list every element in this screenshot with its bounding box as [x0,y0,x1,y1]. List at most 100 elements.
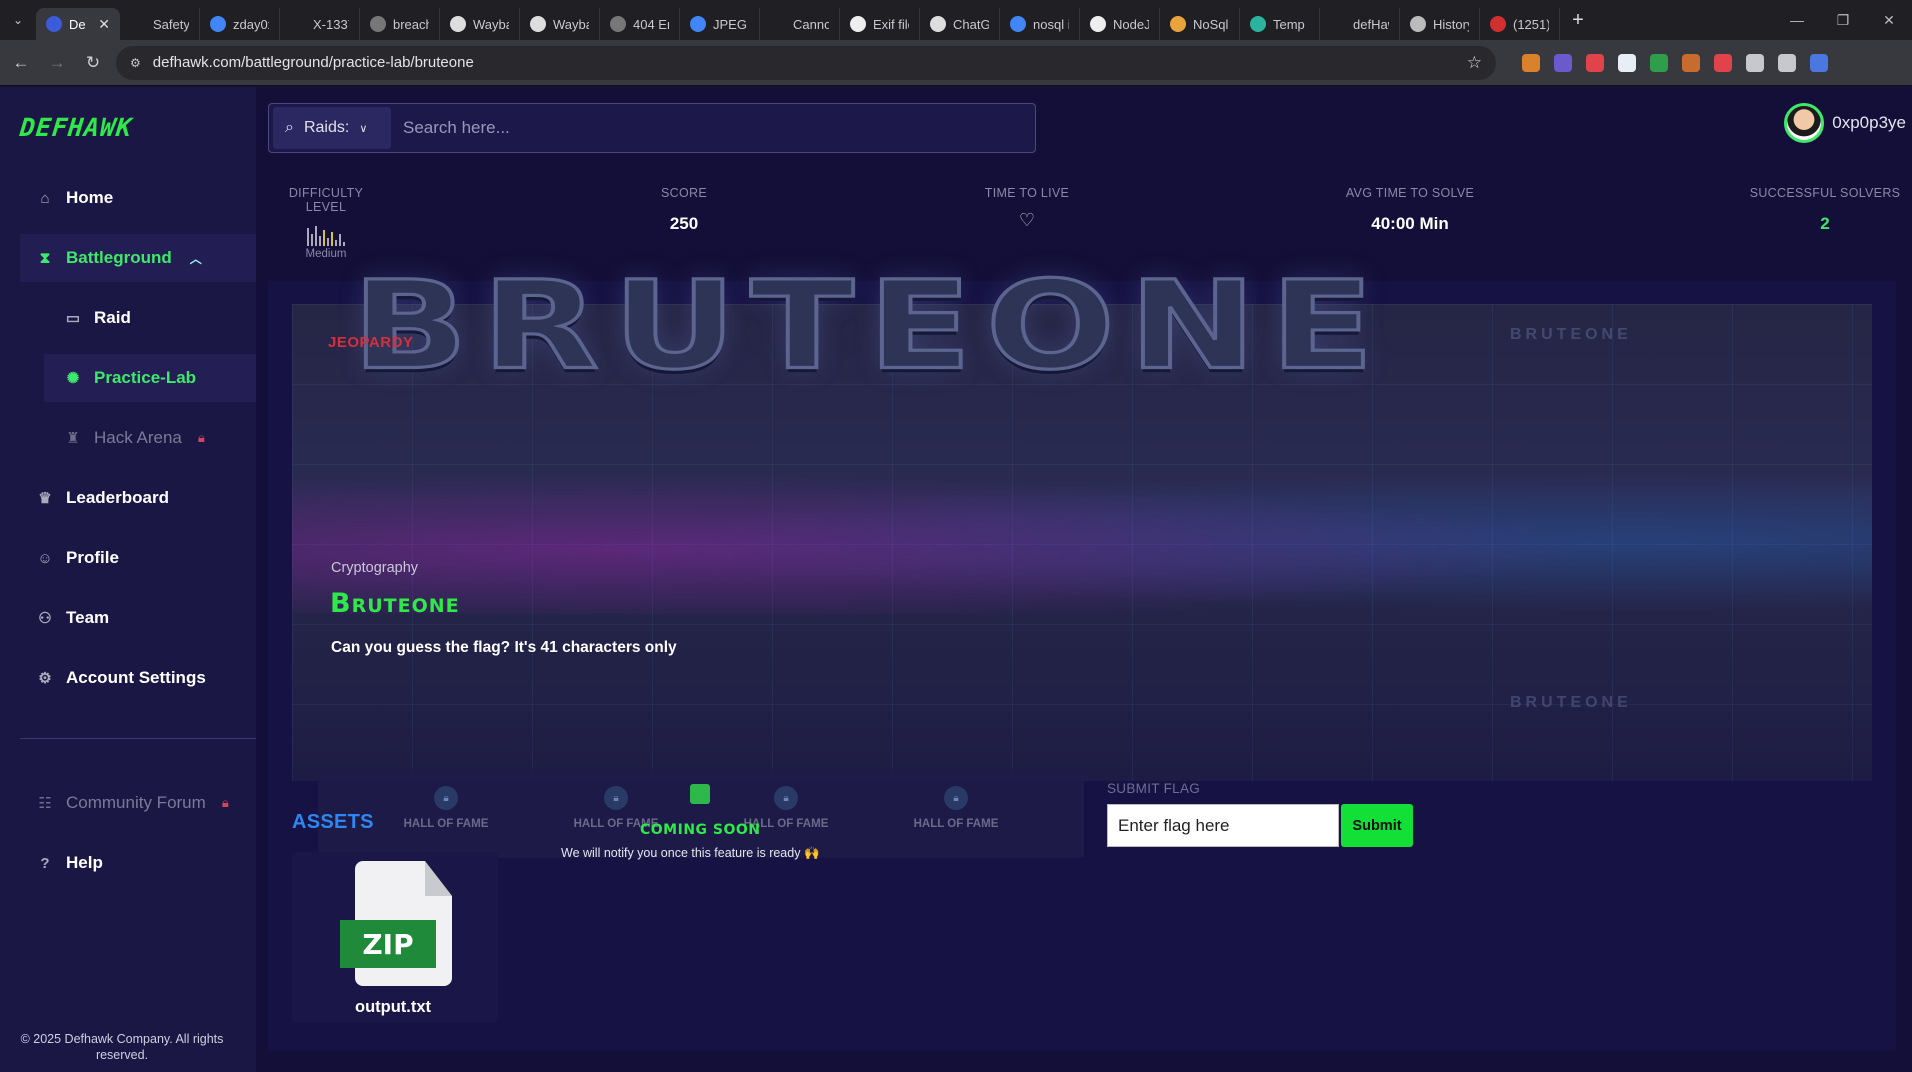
search-icon: ⌕ [285,119,294,136]
tab-favicon-icon [850,16,866,32]
browser-tab[interactable]: History [1400,8,1480,40]
sidebar-item-team[interactable]: ⚇ Team [20,594,256,642]
browser-extension-icon[interactable] [1746,53,1764,72]
sidebar-item-label: Hack Arena [94,428,182,447]
sidebar-item-community-forum[interactable]: ☷ Community Forum 🔒︎ [20,779,256,827]
browser-tab[interactable]: Exif file [840,8,920,40]
browser-tab[interactable]: zday0x [200,8,280,40]
stat-avg-time: AVG TIME TO SOLVE 40:00 Min [1330,186,1490,234]
tab-favicon-icon [210,16,226,32]
forward-arrow-icon[interactable]: → [42,48,72,78]
sidebar-item-label: Leaderboard [66,488,169,507]
restore-icon[interactable]: ❐ [1820,0,1866,40]
solvers-value: 2 [1820,214,1830,233]
tab-label: (1251) [1513,16,1549,32]
sidebar-item-label: Help [66,853,103,872]
browser-tab[interactable]: Safety warn [120,8,200,40]
raids-dropdown[interactable]: ⌕ Raids: ∨ [273,107,391,149]
submit-button[interactable]: Submit [1341,804,1413,847]
tab-label: History [1433,16,1469,32]
tab-label: Waybac [473,16,509,32]
browser-tab[interactable]: 404 Erro [600,8,680,40]
browser-extension-icon[interactable] [1586,53,1604,72]
search-input[interactable] [403,108,1035,148]
arena-icon: ♜ [66,430,80,447]
extensions-row [1522,53,1828,72]
browser-extension-icon[interactable] [1618,53,1636,72]
browser-tab[interactable]: Cannot [760,8,840,40]
sidebar-item-help[interactable]: ? Help [20,839,256,887]
stat-label: SCORE [661,186,707,200]
browser-tab[interactable]: ChatGP [920,8,1000,40]
stat-time-to-live: TIME TO LIVE ♡ [966,186,1088,231]
lock-icon: 🔒︎ [774,786,798,810]
browser-tab[interactable]: breache [360,8,440,40]
flag-input[interactable] [1107,804,1339,847]
chevron-down-icon: ∨ [359,122,368,135]
sidebar-item-home[interactable]: ⌂ Home [20,174,256,222]
tab-favicon-icon [1490,16,1506,32]
gear-icon: ⚙ [38,670,52,687]
tab-favicon-icon [530,16,546,32]
site-info-icon[interactable]: ⚙ [130,56,141,70]
challenge-description: Can you guess the flag? It's 41 characte… [331,639,677,656]
sidebar-item-label: Team [66,608,110,627]
browser-extension-icon[interactable] [1650,53,1668,72]
url-text[interactable]: defhawk.com/battleground/practice-lab/br… [153,54,474,71]
browser-tab[interactable]: Waybac [440,8,520,40]
help-icon: ? [40,854,50,872]
heart-shield-icon: ♡ [1018,210,1036,230]
tab-favicon-icon [130,16,146,32]
avatar[interactable] [1784,103,1825,143]
sidebar-item-hack-arena[interactable]: ♜ Hack Arena 🔒︎ [44,414,256,462]
url-omnibox[interactable]: ⚙ defhawk.com/battleground/practice-lab/… [116,45,1496,80]
tab-favicon-icon [610,16,626,32]
browser-tab[interactable]: Def ✕ [36,8,120,40]
reload-icon[interactable]: ↻ [78,48,108,78]
tab-favicon-icon [770,16,786,32]
search-bar: ⌕ Raids: ∨ [268,103,1036,153]
browser-tab[interactable]: nosql in [1000,8,1080,40]
browser-tab[interactable]: NodeJS [1080,8,1160,40]
tab-search-chevron-icon[interactable]: ⌄ [0,0,36,40]
browser-extension-icon[interactable] [1810,53,1828,72]
sidebar-item-account-settings[interactable]: ⚙ Account Settings [20,654,256,702]
home-icon: ⌂ [40,189,50,207]
browser-extension-icon[interactable] [1522,53,1540,72]
browser-tab[interactable]: defHaw [1320,8,1400,40]
minimize-icon[interactable]: — [1774,0,1820,40]
browser-extension-icon[interactable] [1682,53,1700,72]
tab-label: JPEG in [713,16,749,32]
browser-tab[interactable]: Waybac [520,8,600,40]
close-window-icon[interactable]: ✕ [1866,0,1912,40]
lock-icon: 🔒︎ [944,786,968,810]
sidebar-item-label: Home [66,188,114,207]
browser-tab[interactable]: Temp M [1240,8,1320,40]
tab-favicon-icon [1250,16,1266,32]
sidebar-item-profile[interactable]: ☺ Profile [20,534,256,582]
tab-close-icon[interactable]: ✕ [98,16,110,33]
asset-file-name[interactable]: output.txt [355,998,431,1017]
user-menu[interactable]: 0xp0p3ye [1784,103,1906,143]
sidebar-item-label: Raid [94,308,131,327]
defhawk-logo[interactable]: DEFHAWK [18,113,133,142]
back-arrow-icon[interactable]: ← [6,48,36,78]
username[interactable]: 0xp0p3ye [1832,113,1906,133]
atom-icon: ✺ [66,370,80,387]
new-tab-button[interactable]: + [1560,0,1596,40]
tab-favicon-icon [1090,16,1106,32]
tab-favicon-icon [1410,16,1426,32]
sidebar-item-leaderboard[interactable]: ♛ Leaderboard [20,474,256,522]
bookmark-star-icon[interactable]: ☆ [1467,53,1482,73]
challenge-type-badge: JEOPARDY [328,334,414,351]
browser-extension-icon[interactable] [1714,53,1732,72]
browser-tab[interactable]: X-1337 [280,8,360,40]
browser-extension-icon[interactable] [1554,53,1572,72]
hall-of-fame: 🔒︎ HALL OF FAME 🔒︎ HALL OF FAME 🔒︎ HALL … [318,768,1084,858]
profile-icon: ☺ [37,549,53,567]
notify-text: We will notify you once this feature is … [561,846,820,860]
browser-tab[interactable]: JPEG in [680,8,760,40]
browser-tab[interactable]: (1251) [1480,8,1560,40]
browser-tab[interactable]: NoSql I [1160,8,1240,40]
browser-extension-icon[interactable] [1778,53,1796,72]
